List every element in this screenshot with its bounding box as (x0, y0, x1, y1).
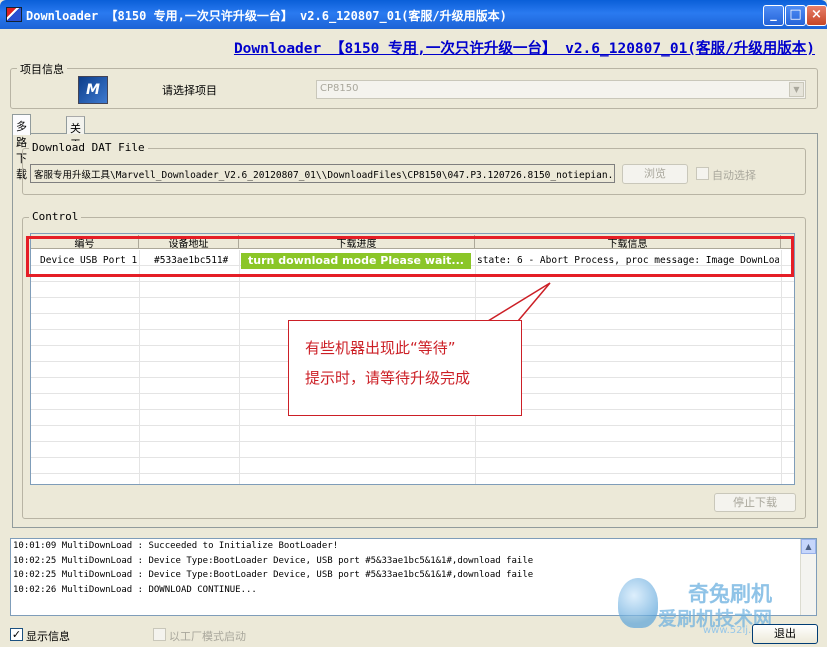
stop-download-button[interactable]: 停止下载 (714, 493, 796, 512)
select-project-label: 请选择项目 (162, 84, 217, 97)
log-scrollbar[interactable]: ▲ (800, 539, 816, 615)
auto-select-checkbox[interactable] (696, 167, 709, 180)
auto-select-label: 自动选择 (712, 169, 756, 182)
control-label: Control (29, 210, 82, 223)
log-panel[interactable]: 10:01:09 MultiDownLoad : Succeeded to In… (10, 538, 817, 616)
tab-multi-download[interactable]: 多路下载 (12, 114, 31, 181)
factory-mode-label: 以工厂模式启动 (169, 630, 246, 643)
column-divider (139, 250, 140, 484)
log-line: 10:02:25 MultiDownLoad : Device Type:Boo… (13, 570, 534, 580)
dat-path-field[interactable]: 客服专用升级工具\Marvell_Downloader_V2.6_2012080… (30, 164, 615, 183)
marvell-logo-icon: M (78, 76, 108, 104)
column-divider (781, 250, 782, 484)
tab-about[interactable]: 关于 (66, 116, 85, 151)
exit-button[interactable]: 退出 (752, 624, 818, 644)
log-line: 10:02:25 MultiDownLoad : Device Type:Boo… (13, 555, 534, 566)
minimize-button[interactable]: _ (763, 5, 784, 26)
project-select[interactable]: CP8150 ▼ (316, 80, 806, 99)
browse-button[interactable]: 浏览 (622, 164, 688, 184)
project-info-label: 项目信息 (17, 61, 67, 77)
chevron-down-icon[interactable]: ▼ (789, 82, 804, 97)
close-button[interactable]: × (806, 5, 827, 26)
show-info-checkbox[interactable]: ✓ (10, 628, 23, 641)
show-info-label: 显示信息 (26, 630, 70, 643)
scroll-up-icon[interactable]: ▲ (801, 539, 816, 554)
window-title: Downloader 【8150 专用,一次只许升级一台】 v2.6_12080… (26, 9, 507, 23)
annotation-line-1: 有些机器出现此“等待” (305, 339, 456, 357)
header-link[interactable]: Downloader 【8150 专用,一次只许升级一台】 v2.6_12080… (234, 37, 815, 58)
title-bar: Downloader 【8150 专用,一次只许升级一台】 v2.6_12080… (0, 0, 827, 29)
annotation-line-2: 提示时，请等待升级完成 (305, 369, 471, 387)
app-icon (6, 7, 22, 22)
highlight-box (26, 236, 794, 277)
project-select-value: CP8150 (320, 83, 359, 94)
column-divider (239, 250, 240, 484)
annotation-callout: 有些机器出现此“等待” 提示时，请等待升级完成 (288, 320, 522, 416)
log-line: 10:02:26 MultiDownLoad : DOWNLOAD CONTIN… (13, 584, 257, 595)
download-dat-label: Download DAT File (29, 141, 148, 154)
factory-mode-checkbox[interactable] (153, 628, 166, 641)
log-line: 10:01:09 MultiDownLoad : Succeeded to In… (13, 541, 339, 551)
maximize-button[interactable]: □ (785, 5, 806, 26)
